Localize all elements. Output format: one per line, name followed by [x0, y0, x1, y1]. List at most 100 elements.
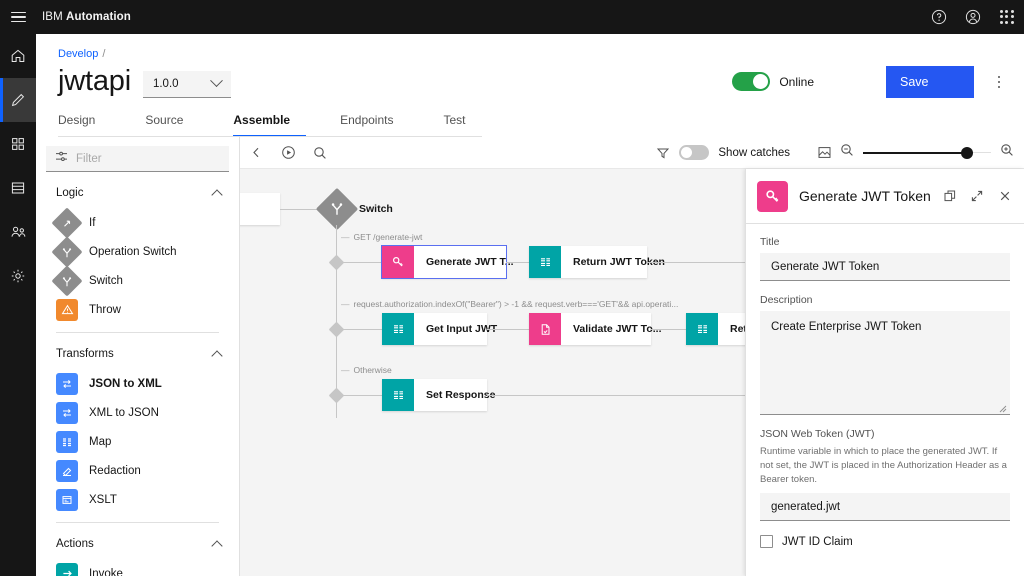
palette-section-actions: Actions Invoke: [36, 529, 239, 576]
flow-connector: [342, 262, 382, 263]
palette-item-if[interactable]: If: [36, 206, 239, 239]
palette-item-switch[interactable]: Switch: [36, 264, 239, 297]
field-title: Title Generate JWT Token: [760, 236, 1010, 281]
chevron-up-icon: [211, 349, 223, 362]
show-catches-toggle[interactable]: [679, 145, 710, 160]
palette-section-actions-header[interactable]: Actions: [36, 529, 239, 559]
title-row: jwtapi 1.0.0: [58, 64, 231, 99]
palette-section-logic-header[interactable]: Logic: [36, 178, 239, 208]
palette-item-throw[interactable]: Throw: [36, 295, 239, 324]
zoom-out-icon[interactable]: [840, 143, 854, 162]
flow-connector: [651, 329, 686, 330]
palette-item-redaction[interactable]: Redaction: [36, 456, 239, 485]
overflow-menu-icon[interactable]: [988, 70, 1010, 94]
palette-section-transforms-header[interactable]: Transforms: [36, 339, 239, 369]
jwt-id-claim-row[interactable]: JWT ID Claim: [760, 535, 1010, 549]
tab-source[interactable]: Source: [145, 113, 199, 137]
sidebar-item-catalog[interactable]: [0, 166, 36, 210]
field-jwt: JSON Web Token (JWT) Runtime variable in…: [760, 428, 1010, 522]
palette-item-invoke[interactable]: Invoke: [36, 559, 239, 576]
hamburger-icon[interactable]: [0, 0, 36, 34]
sidebar-item-apps[interactable]: [0, 122, 36, 166]
branch-dash: —: [341, 232, 350, 242]
palette-section-transforms: Transforms JSON to XML XML to JSON Map R…: [36, 339, 239, 514]
field-description: Description Create Enterprise JWT Token: [760, 294, 1010, 415]
flow-node-set-response[interactable]: Set Response: [382, 379, 495, 411]
chevron-down-icon: [210, 74, 223, 88]
tab-endpoints[interactable]: Endpoints: [340, 113, 409, 137]
tab-design[interactable]: Design: [58, 113, 111, 137]
play-circle-icon[interactable]: [272, 137, 304, 169]
jwt-id-claim-checkbox[interactable]: [760, 535, 773, 549]
side-rail: [0, 34, 36, 576]
flow-node-clipped[interactable]: s a...: [240, 193, 280, 225]
search-icon[interactable]: [304, 137, 336, 169]
jwt-input[interactable]: generated.jwt: [760, 493, 1010, 522]
branch-label-text: request.authorization.indexOf("Bearer") …: [353, 299, 679, 309]
redaction-icon: [56, 459, 78, 482]
palette-item-json-to-xml[interactable]: JSON to XML: [36, 369, 239, 398]
flow-node-return-jwt-token[interactable]: Return JWT Token: [529, 246, 665, 278]
palette-section-logic: Logic If Operation Switch Switch Throw: [36, 178, 239, 324]
breadcrumb-develop[interactable]: Develop: [58, 48, 98, 60]
filter-funnel-icon[interactable]: [647, 137, 679, 169]
version-select[interactable]: 1.0.0: [142, 70, 231, 98]
app-switcher-icon[interactable]: [990, 0, 1024, 34]
sidebar-item-settings[interactable]: [0, 254, 36, 298]
flow-node-validate-jwt[interactable]: Validate JWT To...: [529, 313, 662, 345]
palette-item-label: Operation Switch: [89, 245, 177, 258]
filter-settings-icon: [55, 150, 68, 168]
zoom-in-icon[interactable]: [1000, 143, 1014, 162]
canvas-toolbar: Show catches: [240, 137, 1024, 169]
properties-panel: Generate JWT Token Title Generate JWT To…: [745, 169, 1024, 576]
maximize-icon[interactable]: [969, 185, 985, 207]
user-avatar-icon[interactable]: [956, 0, 990, 34]
palette-item-label: Switch: [89, 274, 123, 287]
copy-icon[interactable]: [942, 185, 958, 207]
flow-node-get-input-jwt[interactable]: Get Input JWT: [382, 313, 497, 345]
flow-connector: [487, 329, 529, 330]
sidebar-item-home[interactable]: [0, 34, 36, 78]
flow-node-generate-jwt[interactable]: Generate JWT T...: [381, 245, 514, 279]
transform-icon: [56, 372, 78, 395]
set-variable-icon: [382, 313, 414, 345]
title-input[interactable]: Generate JWT Token: [760, 253, 1010, 281]
branch-label-1: — GET /generate-jwt: [341, 232, 422, 242]
palette-item-xslt[interactable]: XSLT: [36, 485, 239, 514]
sidebar-item-develop[interactable]: [0, 78, 36, 122]
slider-thumb[interactable]: [961, 146, 973, 159]
filter-input[interactable]: Filter: [46, 146, 229, 172]
help-circle-icon[interactable]: [922, 0, 956, 34]
fit-to-screen-icon[interactable]: [808, 137, 840, 169]
flow-node-switch-label: Switch: [359, 203, 393, 215]
chevron-up-icon: [211, 188, 223, 201]
arrow-branch-icon: [51, 206, 83, 239]
palette-item-map[interactable]: Map: [36, 427, 239, 456]
palette-item-label: XSLT: [89, 493, 117, 506]
flow-connector: [342, 395, 382, 396]
app-root: IBM Automation Develop / jwtapi 1.0.0 On…: [0, 0, 1024, 576]
palette-item-label: Redaction: [89, 464, 141, 477]
save-button[interactable]: Save: [886, 66, 974, 98]
chevron-left-icon[interactable]: [240, 137, 272, 169]
tab-test[interactable]: Test: [443, 113, 481, 137]
palette-item-operation-switch[interactable]: Operation Switch: [36, 235, 239, 268]
slider-fill: [863, 151, 967, 154]
branch-label-text: GET /generate-jwt: [353, 232, 423, 242]
toggle-knob: [681, 147, 693, 158]
palette-item-xml-to-json[interactable]: XML to JSON: [36, 398, 239, 427]
resize-grip-icon[interactable]: [999, 404, 1007, 413]
switch-icon: [51, 235, 83, 268]
page-title: jwtapi: [58, 65, 131, 97]
tab-assemble[interactable]: Assemble: [233, 113, 307, 137]
sidebar-item-members[interactable]: [0, 210, 36, 254]
online-toggle[interactable]: [732, 72, 771, 91]
flow-node-switch[interactable]: [315, 187, 359, 231]
branch-label-text: Otherwise: [353, 365, 392, 375]
zoom-slider[interactable]: [863, 146, 991, 160]
close-icon[interactable]: [997, 185, 1013, 207]
description-textarea[interactable]: Create Enterprise JWT Token: [760, 311, 1010, 415]
properties-header: Generate JWT Token: [746, 169, 1024, 224]
online-label: Online: [779, 74, 814, 89]
palette-divider: [56, 332, 219, 333]
